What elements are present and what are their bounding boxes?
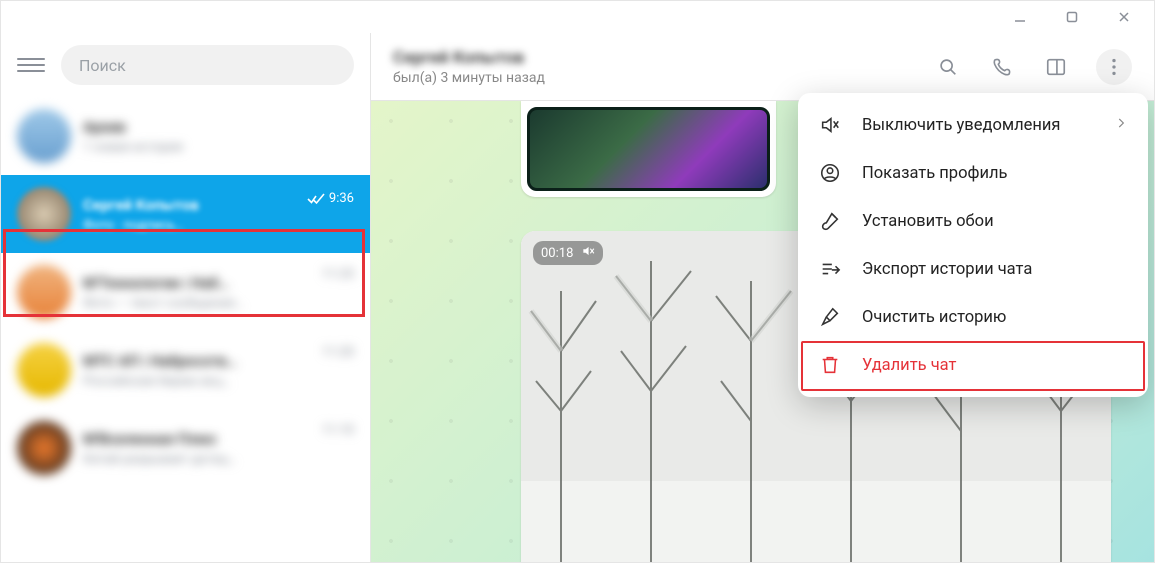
search-input[interactable] — [79, 56, 336, 75]
image-thumbnail — [527, 107, 770, 191]
menu-item-label: Выключить уведомления — [862, 116, 1060, 135]
menu-item-label: Показать профиль — [862, 164, 1007, 183]
menu-item-label: Установить обои — [862, 212, 994, 231]
chat-list-item[interactable]: МТС АП | Набросотв…Российская биржа акц…… — [1, 331, 370, 409]
more-options-button[interactable] — [1096, 49, 1132, 85]
sidebar: Архив1 новая история Сергей Копытов Фото… — [1, 33, 371, 562]
menu-set-wallpaper[interactable]: Установить обои — [798, 197, 1148, 245]
menu-show-profile[interactable]: Показать профиль — [798, 149, 1148, 197]
export-icon — [818, 257, 842, 281]
menu-item-label: Экспорт истории чата — [862, 260, 1032, 279]
mute-icon — [818, 113, 842, 137]
chat-header-status: был(а) 3 минуты назад — [393, 70, 934, 86]
profile-icon — [818, 161, 842, 185]
window-close-button[interactable] — [1110, 3, 1138, 31]
chat-list: Архив1 новая история Сергей Копытов Фото… — [1, 97, 370, 562]
window-minimize-button[interactable] — [1006, 3, 1034, 31]
trash-icon — [818, 353, 842, 377]
menu-clear-history[interactable]: Очистить историю — [798, 293, 1148, 341]
menu-mute-notifications[interactable]: Выключить уведомления — [798, 101, 1148, 149]
message-image-bubble[interactable] — [521, 101, 776, 197]
muted-icon — [581, 244, 595, 262]
search-input-container[interactable] — [61, 45, 354, 85]
chat-list-item[interactable]: М'Вселенная ПлюсКитай разрывает дотац… 1… — [1, 409, 370, 487]
chat-options-dropdown: Выключить уведомления Показать профиль — [798, 93, 1148, 397]
window-titlebar — [1, 1, 1154, 33]
chat-item-preview: Фото · подпись… — [83, 218, 295, 233]
chat-list-item-selected[interactable]: Сергей Копытов Фото · подпись… 9:36 — [1, 175, 370, 253]
chat-item-title: Сергей Копытов — [83, 196, 295, 214]
menu-delete-chat[interactable]: Удалить чат — [798, 341, 1148, 389]
chat-list-item[interactable]: М'Технологии | Наб…Фото — текст сообщени… — [1, 253, 370, 331]
read-checks-icon — [307, 192, 325, 206]
menu-export-history[interactable]: Экспорт истории чата — [798, 245, 1148, 293]
brush-icon — [818, 209, 842, 233]
call-button[interactable] — [988, 53, 1016, 81]
menu-item-label: Очистить историю — [862, 308, 1006, 327]
broom-icon — [818, 305, 842, 329]
sidebar-toggle-button[interactable] — [1042, 53, 1070, 81]
window-maximize-button[interactable] — [1058, 3, 1086, 31]
menu-burger-button[interactable] — [17, 51, 45, 79]
chat-list-item[interactable]: Архив1 новая история — [1, 97, 370, 175]
chat-item-time: 9:36 — [329, 191, 354, 206]
chevron-right-icon — [1114, 116, 1128, 135]
chat-header: Сергей Копытов был(а) 3 минуты назад — [371, 33, 1154, 101]
search-in-chat-button[interactable] — [934, 53, 962, 81]
chat-header-name: Сергей Копытов — [393, 48, 934, 68]
video-duration: 00:18 — [541, 246, 573, 261]
chat-area: Сергей Копытов был(а) 3 минуты назад — [371, 33, 1154, 562]
menu-item-label: Удалить чат — [862, 356, 956, 375]
